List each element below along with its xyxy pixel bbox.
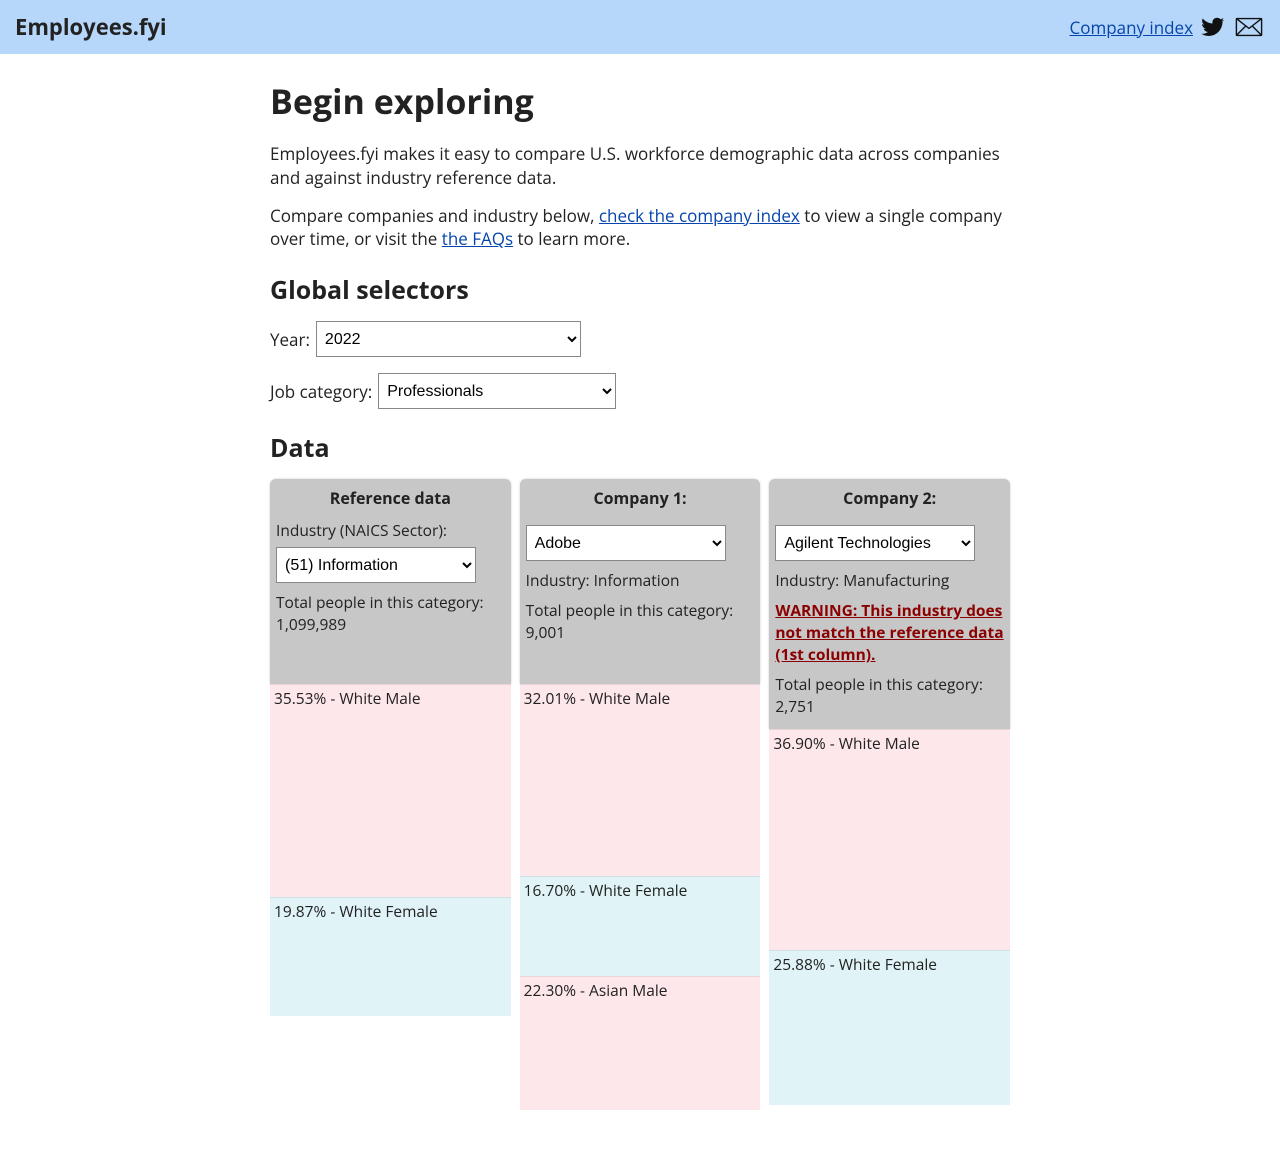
reference-total: Total people in this category: 1,099,989 <box>276 591 505 635</box>
job-selector-row: Job category: Professionals <box>270 373 1010 409</box>
intro-2a: Compare companies and industry below, <box>270 204 599 227</box>
industry-mismatch-warning[interactable]: WARNING: This industry does not match th… <box>775 599 1004 665</box>
data-grid: Reference data Industry (NAICS Sector): … <box>270 479 1010 1110</box>
company2-industry: Industry: Manufacturing <box>775 569 1004 591</box>
intro-text: Employees.fyi makes it easy to compare U… <box>270 142 1010 190</box>
year-select[interactable]: 2022 <box>316 321 581 357</box>
demographic-bar: 16.70% - White Female <box>520 876 761 976</box>
company1-total: Total people in this category: 9,001 <box>526 599 755 643</box>
year-selector-row: Year: 2022 <box>270 321 1010 357</box>
brand-title: Employees.fyi <box>15 12 167 42</box>
data-heading: Data <box>270 431 1010 465</box>
demographic-bar: 19.87% - White Female <box>270 897 511 1016</box>
reference-header: Reference data Industry (NAICS Sector): … <box>270 479 511 684</box>
check-company-index-link[interactable]: check the company index <box>599 204 800 227</box>
reference-title: Reference data <box>276 487 505 509</box>
company2-total: Total people in this category: 2,751 <box>775 673 1004 717</box>
page-title: Begin exploring <box>270 78 1010 124</box>
demographic-bar: 32.01% - White Male <box>520 684 761 876</box>
demographic-bar: 25.88% - White Female <box>769 950 1010 1105</box>
reference-bars: 35.53% - White Male19.87% - White Female <box>270 684 511 1016</box>
job-category-select[interactable]: Professionals <box>378 373 616 409</box>
company2-bars: 36.90% - White Male25.88% - White Female <box>769 729 1010 1105</box>
topbar: Employees.fyi Company index <box>0 0 1280 54</box>
nav-right: Company index <box>1070 13 1265 41</box>
company1-bars: 32.01% - White Male16.70% - White Female… <box>520 684 761 1110</box>
intro-text-2: Compare companies and industry below, ch… <box>270 204 1010 252</box>
mail-icon[interactable] <box>1233 13 1265 41</box>
intro-2c: to learn more. <box>513 227 630 250</box>
company1-header: Company 1: Adobe Industry: Information T… <box>520 479 761 684</box>
demographic-bar: 22.30% - Asian Male <box>520 976 761 1110</box>
reference-column: Reference data Industry (NAICS Sector): … <box>270 479 511 1110</box>
company1-industry: Industry: Information <box>526 569 755 591</box>
main-container: Begin exploring Employees.fyi makes it e… <box>270 78 1010 1150</box>
job-label: Job category: <box>270 380 372 403</box>
year-label: Year: <box>270 328 310 351</box>
industry-label: Industry (NAICS Sector): <box>276 519 447 541</box>
company1-column: Company 1: Adobe Industry: Information T… <box>520 479 761 1110</box>
global-selectors-heading: Global selectors <box>270 273 1010 307</box>
company2-header: Company 2: Agilent Technologies Industry… <box>769 479 1010 729</box>
demographic-bar: 35.53% - White Male <box>270 684 511 897</box>
twitter-icon[interactable] <box>1197 13 1229 41</box>
demographic-bar: 36.90% - White Male <box>769 729 1010 950</box>
company2-title: Company 2: <box>775 487 1004 509</box>
company-index-link[interactable]: Company index <box>1070 16 1193 39</box>
company1-title: Company 1: <box>526 487 755 509</box>
company2-select[interactable]: Agilent Technologies <box>775 525 975 561</box>
faqs-link[interactable]: the FAQs <box>442 227 513 250</box>
company2-column: Company 2: Agilent Technologies Industry… <box>769 479 1010 1110</box>
company1-select[interactable]: Adobe <box>526 525 726 561</box>
industry-select[interactable]: (51) Information <box>276 547 476 583</box>
